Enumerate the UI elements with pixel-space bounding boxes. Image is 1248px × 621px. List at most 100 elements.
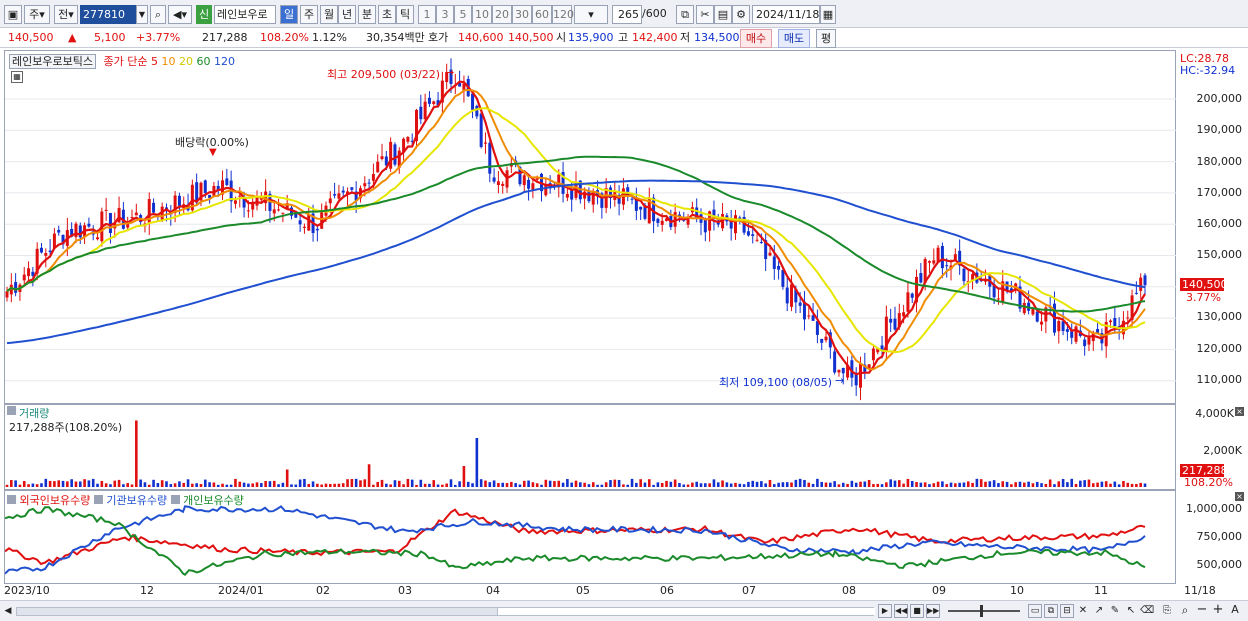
volume-bar [212, 482, 216, 487]
stop-icon[interactable]: ■ [910, 604, 924, 618]
holdings-legend: 외국인보유수량 기관보유수량 개인보유수량 [7, 492, 244, 508]
date-input[interactable]: 2024/11/18 [752, 5, 820, 24]
volume-bar [147, 484, 151, 487]
period-button-week[interactable]: 주 [300, 5, 318, 24]
x-tick: 04 [486, 584, 500, 597]
close-icon[interactable]: × [1235, 492, 1244, 501]
eraser-icon[interactable]: ⌫ [1140, 604, 1154, 618]
scroll-thumb[interactable] [497, 608, 875, 615]
window-icon[interactable]: ▭ [1028, 604, 1042, 618]
zoom-in-icon[interactable]: + [1212, 603, 1224, 617]
zoom-slider[interactable] [948, 605, 1020, 617]
volume-bar [35, 484, 39, 487]
trendline-icon[interactable]: ↗ [1092, 604, 1106, 618]
candle-body [363, 183, 367, 187]
evaluate-button[interactable]: 평 [816, 29, 836, 48]
volume-bar [772, 484, 776, 487]
interval-custom-select[interactable]: ▾ [574, 5, 608, 24]
period-button-day[interactable]: 일 [280, 5, 298, 24]
gear-icon[interactable]: ⚙ [732, 5, 750, 24]
candle-body [1113, 317, 1117, 327]
period-button-month[interactable]: 월 [320, 5, 338, 24]
volume-bar [1109, 483, 1112, 487]
split-icon[interactable]: ⊟ [1060, 604, 1074, 618]
buy-button[interactable]: 매수 [740, 29, 772, 48]
period-button-second[interactable]: 초 [378, 5, 396, 24]
copy-icon[interactable]: ⎘ [1160, 604, 1174, 618]
interval-button-120[interactable]: 120 [552, 5, 574, 24]
candle-body [320, 212, 324, 229]
fast-forward-icon[interactable]: ▶▶ [926, 604, 940, 618]
volume-bar [333, 483, 336, 487]
volume-bar [1143, 483, 1147, 487]
interval-button-60[interactable]: 60 [532, 5, 552, 24]
font-size-icon[interactable]: A [1228, 603, 1242, 617]
sell-button[interactable]: 매도 [778, 29, 810, 48]
search-icon[interactable]: ⌕ [150, 5, 166, 24]
table-icon[interactable]: ▦ [11, 71, 23, 83]
interval-button-10[interactable]: 10 [472, 5, 492, 24]
volume-bar [1087, 479, 1091, 487]
scroll-left-icon[interactable]: ◀ [2, 604, 14, 618]
volume-bar [626, 484, 630, 487]
save-icon[interactable]: ▤ [714, 5, 732, 24]
candle-body [854, 373, 858, 386]
price-pane[interactable]: 레인보우로보틱스 종가 단순 5 10 20 60 120 ▦ 최고 209,5… [4, 50, 1177, 404]
volume-bar [91, 478, 95, 487]
volume-bar [1031, 483, 1035, 487]
volume-bar [919, 482, 923, 487]
candle-body [768, 252, 772, 256]
volume-bar [126, 483, 129, 487]
interval-button-20[interactable]: 20 [492, 5, 512, 24]
zoom-slider-handle[interactable] [980, 605, 983, 617]
zoom-out-icon[interactable]: − [1196, 603, 1208, 617]
volume-bar [1079, 480, 1082, 487]
volume-pane[interactable]: 거래량 217,288주(108.20%) [4, 404, 1176, 490]
volume-bar [471, 483, 474, 487]
volume-bar [958, 482, 961, 487]
stock-code-input[interactable]: 277810 [80, 5, 136, 24]
period-button-tick[interactable]: 틱 [396, 5, 414, 24]
volume-bar [691, 482, 694, 487]
volume-bar [186, 479, 190, 487]
ask-price: 140,500 [508, 31, 554, 44]
volume-bar [436, 484, 440, 487]
close-icon[interactable]: × [1235, 407, 1244, 416]
volume-bar [156, 483, 160, 487]
candle-body [380, 156, 384, 160]
candle-body [1061, 321, 1065, 332]
layout-icon[interactable]: ▣ [4, 5, 22, 24]
cascade-icon[interactable]: ⧉ [1044, 604, 1058, 618]
draw-icon[interactable]: ✎ [1108, 604, 1122, 618]
crosshair-icon[interactable]: ✕ [1076, 604, 1090, 618]
price-tick: 200,000 [1196, 92, 1243, 105]
holdings-pane[interactable]: 외국인보유수량 기관보유수량 개인보유수량 [4, 490, 1176, 584]
volume-bar [160, 480, 164, 487]
period-prefix-select[interactable]: 전▾ [54, 5, 78, 24]
market-select[interactable]: 주▾ [24, 5, 50, 24]
period-button-minute[interactable]: 분 [358, 5, 376, 24]
candle-body [824, 336, 828, 341]
code-dropdown-icon[interactable]: ▼ [136, 5, 148, 24]
arrow-icon[interactable]: ↖ [1124, 604, 1138, 618]
play-icon[interactable]: ▶ [878, 604, 892, 618]
candle-body [1109, 320, 1113, 323]
speaker-icon[interactable]: ◀▾ [168, 5, 192, 24]
interval-button-5[interactable]: 5 [454, 5, 472, 24]
volume-bar [579, 482, 582, 487]
tools-icon[interactable]: ✂ [696, 5, 714, 24]
volume-bar [268, 481, 272, 487]
rewind-icon[interactable]: ◀◀ [894, 604, 908, 618]
scroll-track[interactable] [16, 607, 875, 616]
volume-bar [367, 464, 371, 487]
zoom-search-icon[interactable]: ⌕ [1178, 603, 1192, 617]
chart-type-icon[interactable]: ⧉ [676, 5, 694, 24]
period-button-year[interactable]: 년 [338, 5, 356, 24]
interval-button-30[interactable]: 30 [512, 5, 532, 24]
count-input[interactable]: 265 [612, 5, 642, 24]
ma-label: 종가 단순 [103, 55, 148, 68]
volume-bar [5, 484, 9, 487]
interval-button-1[interactable]: 1 [418, 5, 436, 24]
calendar-icon[interactable]: ▦ [820, 5, 836, 24]
interval-button-3[interactable]: 3 [436, 5, 454, 24]
